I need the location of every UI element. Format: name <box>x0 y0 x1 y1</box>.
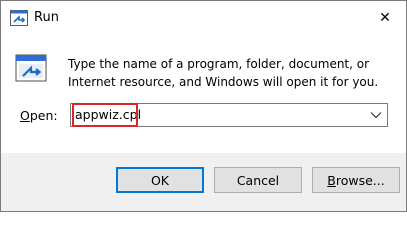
browse-label: rowse... <box>335 172 385 188</box>
close-button[interactable]: ✕ <box>371 6 399 30</box>
open-label-access-key: O <box>20 108 30 123</box>
chevron-down-icon[interactable] <box>367 106 385 124</box>
window-title: Run <box>34 10 59 25</box>
open-label: Open: <box>20 108 58 123</box>
open-label-text: pen: <box>29 108 58 123</box>
open-input[interactable]: appwiz.cpl <box>75 107 141 123</box>
run-dialog-icon <box>10 10 28 26</box>
run-dialog: Run ✕ Type the name of a program, folder… <box>0 0 407 212</box>
button-bar: OK Cancel Browse... <box>1 153 406 211</box>
browse-button[interactable]: Browse... <box>312 167 400 193</box>
browse-access-key: B <box>327 172 336 188</box>
run-app-icon <box>15 52 49 86</box>
title-bar: Run ✕ <box>1 1 406 35</box>
close-icon: ✕ <box>379 10 391 26</box>
dialog-description: Type the name of a program, folder, docu… <box>68 57 379 89</box>
ok-button[interactable]: OK <box>116 167 204 193</box>
cancel-button[interactable]: Cancel <box>214 167 302 193</box>
open-combobox[interactable]: appwiz.cpl <box>70 103 388 127</box>
